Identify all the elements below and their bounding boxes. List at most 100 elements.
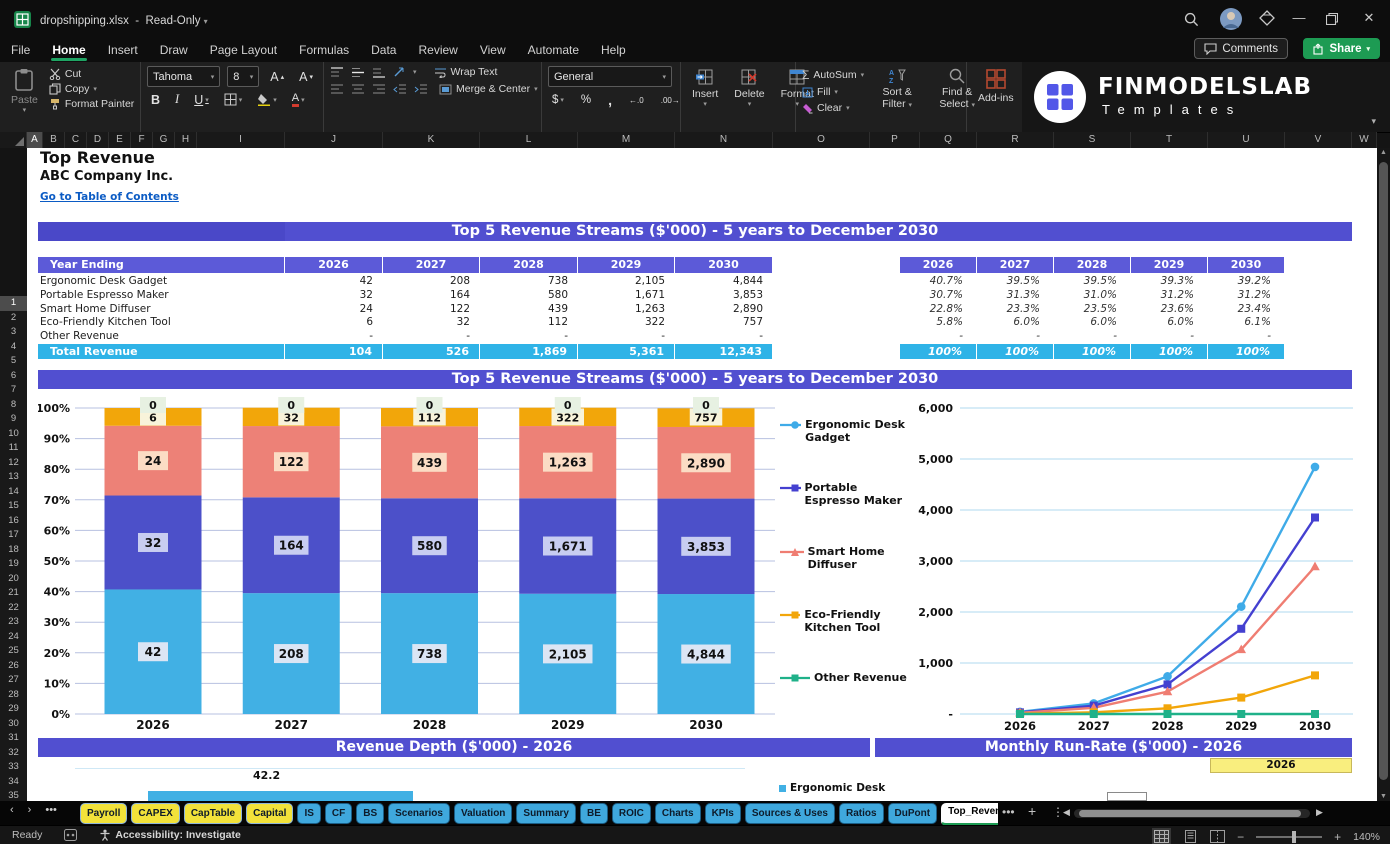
diamond-icon[interactable] <box>1259 10 1275 26</box>
column-header-G[interactable]: G <box>153 132 175 148</box>
row-header-34[interactable]: 34 <box>0 775 27 790</box>
borders-button[interactable]: ▾ <box>220 93 247 106</box>
row-header-24[interactable]: 24 <box>0 630 27 645</box>
increase-indent-icon[interactable] <box>414 84 428 95</box>
pct-cell[interactable]: 6.1% <box>1208 316 1285 330</box>
revenue-cell[interactable]: - <box>285 330 383 344</box>
revenue-row-label[interactable]: Eco-Friendly Kitchen Tool <box>38 316 285 330</box>
align-left-icon[interactable] <box>330 84 344 95</box>
pct-cell[interactable]: - <box>900 330 977 344</box>
hscroll-left-arrow[interactable]: ◀ <box>1063 807 1070 818</box>
column-header-U[interactable]: U <box>1208 132 1285 148</box>
scroll-up-arrow[interactable]: ▲ <box>1377 149 1390 156</box>
row-header-4[interactable]: 4 <box>0 340 27 355</box>
pct-cell[interactable]: 6.0% <box>1054 316 1131 330</box>
scroll-down-arrow[interactable]: ▼ <box>1377 793 1390 800</box>
tab-scroll-right[interactable]: › <box>28 804 32 816</box>
copy-button[interactable]: Copy ▾ <box>49 83 134 95</box>
menu-insert[interactable]: Insert <box>97 40 149 61</box>
column-header-N[interactable]: N <box>675 132 773 148</box>
increase-decimal-button[interactable]: ←.0 <box>625 96 648 105</box>
column-header-S[interactable]: S <box>1054 132 1131 148</box>
pct-cell[interactable]: 31.2% <box>1208 289 1285 303</box>
decrease-font-button[interactable]: A ▾ <box>295 70 317 84</box>
menu-page-layout[interactable]: Page Layout <box>199 40 288 61</box>
row-header-1[interactable]: 1 <box>0 296 27 311</box>
column-header-C[interactable]: C <box>65 132 87 148</box>
pct-cell[interactable]: 23.4% <box>1208 303 1285 317</box>
tab-payroll[interactable]: Payroll <box>80 803 128 824</box>
bold-button[interactable]: B <box>147 93 164 107</box>
revenue-cell[interactable]: 738 <box>480 275 578 289</box>
align-center-icon[interactable] <box>351 84 365 95</box>
row-header-20[interactable]: 20 <box>0 572 27 587</box>
row-header-14[interactable]: 14 <box>0 485 27 500</box>
revenue-cell[interactable]: 24 <box>285 303 383 317</box>
share-button[interactable]: Share ▾ <box>1302 38 1380 59</box>
close-button[interactable]: ✕ <box>1358 10 1380 26</box>
minimize-button[interactable]: — <box>1288 10 1310 25</box>
pct-cell[interactable]: - <box>1131 330 1208 344</box>
italic-button[interactable]: I <box>171 92 183 107</box>
tab-summary[interactable]: Summary <box>516 803 576 824</box>
row-header-29[interactable]: 29 <box>0 702 27 717</box>
revenue-row-label[interactable]: Smart Home Diffuser <box>38 303 285 317</box>
normal-view-button[interactable] <box>1152 828 1172 844</box>
ribbon-collapse-chevron[interactable]: ▾ <box>1371 116 1376 127</box>
font-color-button[interactable]: A ▾ <box>288 92 309 107</box>
tab-be[interactable]: BE <box>579 803 608 824</box>
row-header-6[interactable]: 6 <box>0 369 27 384</box>
pct-cell[interactable]: 39.5% <box>977 275 1054 289</box>
pct-cell[interactable]: 23.5% <box>1054 303 1131 317</box>
tab-ratios[interactable]: Ratios <box>838 803 884 824</box>
pct-cell[interactable]: 23.6% <box>1131 303 1208 317</box>
tab-capex[interactable]: CAPEX <box>131 803 180 824</box>
revenue-cell[interactable]: 3,853 <box>675 289 773 303</box>
percent-button[interactable]: % <box>577 94 595 106</box>
revenue-cell[interactable]: 164 <box>383 289 480 303</box>
row-header-18[interactable]: 18 <box>0 543 27 558</box>
row-header-5[interactable]: 5 <box>0 354 27 369</box>
row-header-21[interactable]: 21 <box>0 586 27 601</box>
row-header-13[interactable]: 13 <box>0 470 27 485</box>
revenue-cell[interactable]: - <box>383 330 480 344</box>
column-headers[interactable]: ABCDEFGHIJKLMNOPQRSTUVW <box>0 132 1377 148</box>
tab-scenarios[interactable]: Scenarios <box>388 803 450 824</box>
row-header-30[interactable]: 30 <box>0 717 27 732</box>
row-header-2[interactable]: 2 <box>0 311 27 326</box>
tab-dupont[interactable]: DuPont <box>887 803 938 824</box>
align-middle-icon[interactable] <box>351 67 365 78</box>
tab-capital[interactable]: Capital <box>246 803 294 824</box>
row-header-32[interactable]: 32 <box>0 746 27 761</box>
column-header-K[interactable]: K <box>383 132 480 148</box>
row-header-16[interactable]: 16 <box>0 514 27 529</box>
row-headers[interactable]: 1 2 3 4 5 6 7 8 9 10 11 12 13 14 15 16 17 18 19 20 21 22 23 24 2… <box>0 296 27 844</box>
column-header-E[interactable]: E <box>109 132 131 148</box>
row-header-8[interactable]: 8 <box>0 398 27 413</box>
restore-button[interactable] <box>1326 13 1338 25</box>
column-header-I[interactable]: I <box>197 132 285 148</box>
tab-kpis[interactable]: KPIs <box>704 803 741 824</box>
hscroll-right-arrow[interactable]: ▶ <box>1316 807 1323 818</box>
row-header-9[interactable]: 9 <box>0 412 27 427</box>
tab-valuation[interactable]: Valuation <box>453 803 513 824</box>
run-rate-year-cell[interactable]: 2026 <box>1210 758 1352 773</box>
macro-record-icon[interactable] <box>64 829 78 841</box>
align-top-icon[interactable] <box>330 66 344 78</box>
search-icon[interactable] <box>1184 12 1199 27</box>
page-layout-view-button[interactable] <box>1183 830 1198 843</box>
column-header-J[interactable]: J <box>285 132 383 148</box>
revenue-cell[interactable]: 1,263 <box>578 303 675 317</box>
column-header-V[interactable]: V <box>1285 132 1352 148</box>
pct-cell[interactable]: - <box>1054 330 1131 344</box>
more-tabs-button[interactable]: ••• <box>1002 805 1015 819</box>
merge-center-button[interactable]: Merge & Center ▾ <box>439 83 538 95</box>
underline-button[interactable]: U ▾ <box>190 93 213 107</box>
tab-top_revenue[interactable]: Top_Revenue <box>941 803 998 826</box>
revenue-cell[interactable]: 757 <box>675 316 773 330</box>
select-all-corner[interactable] <box>0 132 27 148</box>
menu-formulas[interactable]: Formulas <box>288 40 360 61</box>
menu-home[interactable]: Home <box>41 40 96 61</box>
paste-button[interactable]: Paste ▾ <box>6 66 43 115</box>
revenue-cell[interactable]: 2,105 <box>578 275 675 289</box>
